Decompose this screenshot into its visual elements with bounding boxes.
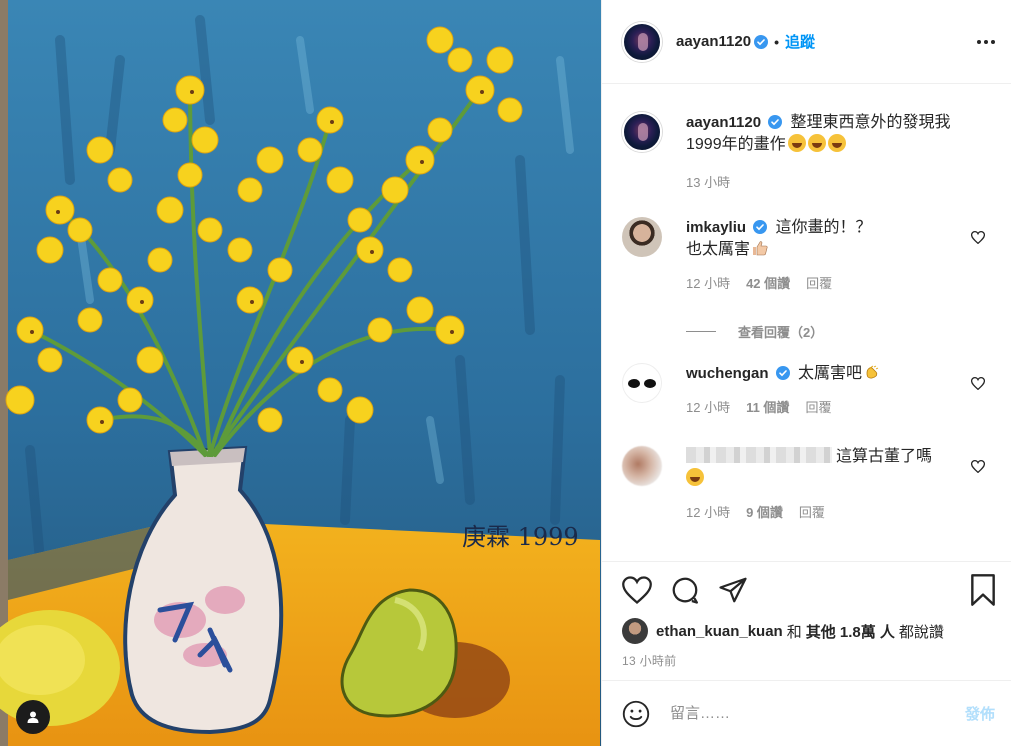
comment-text: 這算古董了嗎	[836, 448, 933, 465]
action-bar	[602, 562, 1011, 618]
more-options-icon[interactable]	[977, 39, 995, 44]
rolling-laughing-emoji-icon	[827, 134, 846, 152]
verified-badge-icon	[754, 34, 769, 49]
comment-bubble-icon[interactable]	[670, 575, 700, 605]
comment-timestamp[interactable]: 12 小時	[686, 273, 730, 292]
painting-image: 庚霖 1999	[0, 0, 601, 746]
verified-badge-icon	[753, 220, 768, 234]
verified-badge-icon	[768, 115, 783, 129]
comments-list[interactable]: aayan1120 整理東西意外的發現我1999年的畫作 13 小時 imkay…	[602, 84, 1011, 561]
person-icon	[27, 711, 39, 723]
liker-username[interactable]: ethan_kuan_kuan	[656, 623, 783, 640]
grinning-emoji-icon	[686, 468, 704, 486]
comment-text: 這你畫的！？	[775, 219, 872, 236]
reply-button[interactable]: 回覆	[799, 502, 825, 521]
save-bookmark-icon[interactable]	[969, 574, 997, 606]
like-comment-heart-icon[interactable]	[971, 377, 985, 390]
comment-timestamp[interactable]: 12 小時	[686, 397, 730, 416]
reply-button[interactable]: 回覆	[806, 273, 832, 292]
comment-input[interactable]	[670, 705, 965, 722]
comment-text: 太厲害吧	[797, 365, 862, 382]
separator-dot: •	[774, 33, 779, 50]
commenter-avatar[interactable]	[622, 363, 662, 403]
comment-item: wuchengan 太厲害吧 12 小時 11 個讚 回覆	[622, 363, 995, 416]
commenter-avatar[interactable]	[622, 217, 662, 257]
post-comment-button[interactable]: 發佈	[965, 703, 995, 724]
caption-username[interactable]: aayan1120	[686, 114, 761, 131]
caption-avatar[interactable]	[622, 112, 662, 152]
author-username[interactable]: aayan1120	[676, 33, 751, 50]
thumbs-up-emoji-icon	[753, 241, 768, 256]
others-likes-count[interactable]: 其他 1.8萬 人	[806, 621, 895, 642]
author-avatar[interactable]	[622, 21, 662, 62]
commenter-username[interactable]: imkayliu	[686, 219, 746, 236]
emoji-picker-icon[interactable]	[622, 700, 650, 728]
comment-item: imkayliu 這你畫的！？ 也太厲害 12 小時 42 個讚 回覆	[622, 217, 995, 292]
comment-likes-count[interactable]: 42 個讚	[746, 273, 790, 292]
post-actions-section: ethan_kuan_kuan 和 其他 1.8萬 人 都說讚 13 小時前 發…	[602, 561, 1011, 746]
view-replies-button[interactable]: 查看回覆（2）	[686, 322, 995, 341]
comment-timestamp[interactable]: 12 小時	[686, 502, 730, 521]
like-comment-heart-icon[interactable]	[971, 460, 985, 473]
reply-button[interactable]: 回覆	[805, 397, 831, 416]
rolling-laughing-emoji-icon	[807, 134, 826, 152]
likes-suffix: 都說讚	[898, 623, 944, 641]
comment-likes-count[interactable]: 11 個讚	[746, 397, 789, 416]
post-header: aayan1120 • 追蹤	[602, 0, 1011, 84]
verified-badge-icon	[775, 366, 790, 380]
tagged-users-button[interactable]	[16, 700, 50, 734]
divider-line	[686, 331, 716, 332]
caption-timestamp[interactable]: 13 小時	[686, 172, 730, 191]
post-caption: aayan1120 整理東西意外的發現我1999年的畫作 13 小時	[622, 112, 995, 191]
like-comment-heart-icon[interactable]	[971, 231, 985, 244]
share-paper-plane-icon[interactable]	[718, 576, 748, 604]
comment-text-line2: 也太厲害	[686, 241, 751, 258]
view-replies-label: 查看回覆（2）	[738, 325, 824, 340]
comment-likes-count[interactable]: 9 個讚	[746, 502, 783, 521]
commenter-username[interactable]: wuchengan	[686, 365, 769, 382]
like-heart-icon[interactable]	[622, 576, 652, 604]
likes-connector: 和	[786, 623, 802, 641]
liker-avatar[interactable]	[622, 618, 648, 644]
comment-item: 這算古董了嗎 12 小時 9 個讚 回覆	[622, 446, 995, 521]
likes-summary: ethan_kuan_kuan 和 其他 1.8萬 人 都說讚	[602, 618, 1011, 644]
post-image[interactable]: 庚霖 1999	[0, 0, 601, 746]
rolling-laughing-emoji-icon	[787, 134, 806, 152]
commenter-avatar[interactable]	[622, 446, 662, 486]
follow-button[interactable]: 追蹤	[785, 31, 815, 52]
signature-text: 庚霖 1999	[462, 523, 579, 551]
blurred-username[interactable]	[686, 447, 832, 463]
clapping-hands-emoji-icon	[866, 365, 879, 379]
add-comment-bar: 發佈	[602, 680, 1011, 746]
post-sidebar: aayan1120 • 追蹤 aayan1120 整理東西意外的發現我1999年…	[601, 0, 1011, 746]
post-timestamp[interactable]: 13 小時前	[602, 644, 1011, 680]
